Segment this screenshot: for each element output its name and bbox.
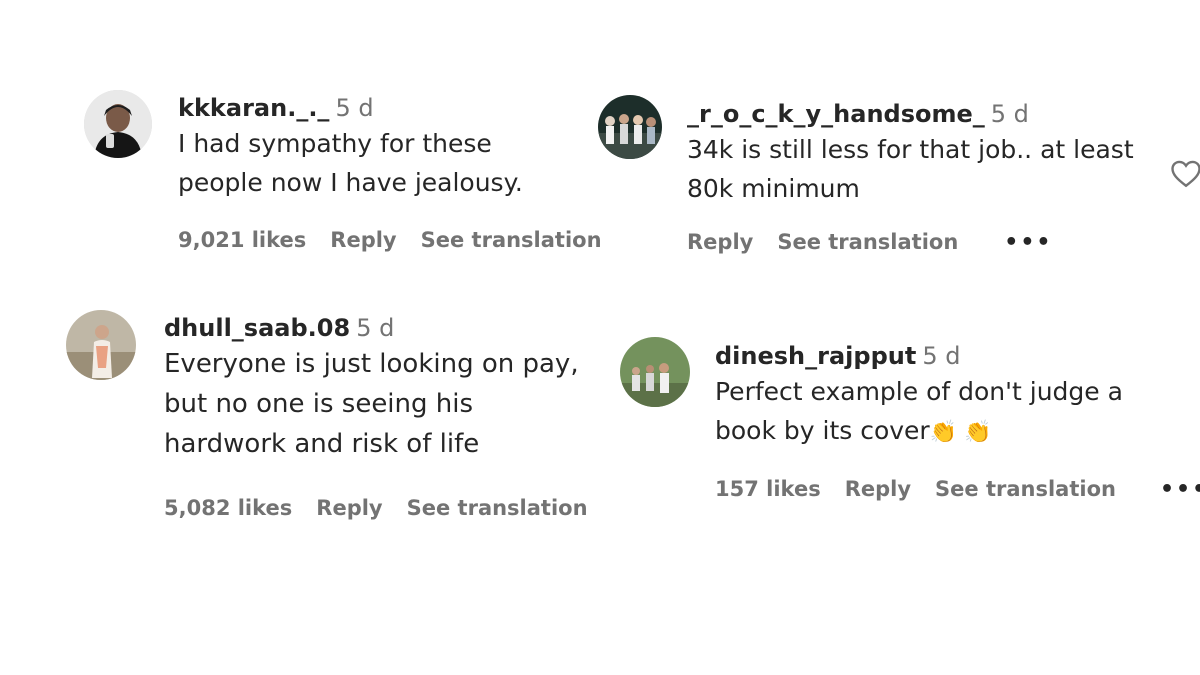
see-translation-link[interactable]: See translation (935, 477, 1116, 501)
clapping-hands-icon: 👏 👏 (929, 420, 992, 445)
avatar-image (66, 310, 136, 380)
avatar-image (598, 95, 662, 159)
comment-line: Perfect example of don't judge a (715, 377, 1123, 406)
more-options-icon[interactable]: ••• (1160, 477, 1200, 502)
more-options-icon[interactable]: ••• (1004, 230, 1052, 255)
comment-line: but no one is seeing his (164, 389, 474, 419)
avatar[interactable] (598, 95, 662, 159)
comment-line: 34k is still less for that job.. at leas… (687, 135, 1134, 164)
reply-button[interactable]: Reply (330, 228, 396, 252)
timestamp: 5 d (922, 342, 961, 370)
likes-count[interactable]: 9,021 likes (178, 228, 306, 252)
timestamp: 5 d (335, 94, 374, 122)
reply-button[interactable]: Reply (316, 496, 382, 520)
comment-text: Everyone is just looking on pay, but no … (164, 344, 614, 464)
see-translation-link[interactable]: See translation (407, 496, 588, 520)
username[interactable]: kkkaran._._ (178, 94, 329, 122)
see-translation-link[interactable]: See translation (777, 230, 958, 254)
avatar[interactable] (84, 90, 152, 158)
comment-text: 34k is still less for that job.. at leas… (687, 130, 1167, 208)
likes-count[interactable]: 157 likes (715, 477, 821, 501)
comment-line: 80k minimum (687, 174, 860, 203)
see-translation-link[interactable]: See translation (421, 228, 602, 252)
avatar-image (84, 90, 152, 158)
avatar[interactable] (620, 337, 690, 407)
heart-outline-icon[interactable] (1168, 155, 1200, 191)
avatar-image (620, 337, 690, 407)
comment-line: Everyone is just looking on pay, (164, 349, 579, 379)
timestamp: 5 d (356, 314, 395, 342)
comment-line: book by its cover (715, 416, 930, 445)
username[interactable]: dinesh_rajpput (715, 342, 916, 370)
comment-line: I had sympathy for these (178, 129, 492, 158)
comment-text: I had sympathy for these people now I ha… (178, 124, 598, 202)
comment-line: people now I have jealousy. (178, 168, 523, 197)
username[interactable]: dhull_saab.08 (164, 314, 350, 342)
avatar[interactable] (66, 310, 136, 380)
timestamp: 5 d (990, 100, 1029, 128)
comment-text: Perfect example of don't judge a book by… (715, 372, 1185, 452)
username[interactable]: _r_o_c_k_y_handsome_ (687, 100, 985, 128)
likes-count[interactable]: 5,082 likes (164, 496, 292, 520)
comment-line: hardwork and risk of life (164, 429, 480, 459)
reply-button[interactable]: Reply (687, 230, 753, 254)
reply-button[interactable]: Reply (845, 477, 911, 501)
